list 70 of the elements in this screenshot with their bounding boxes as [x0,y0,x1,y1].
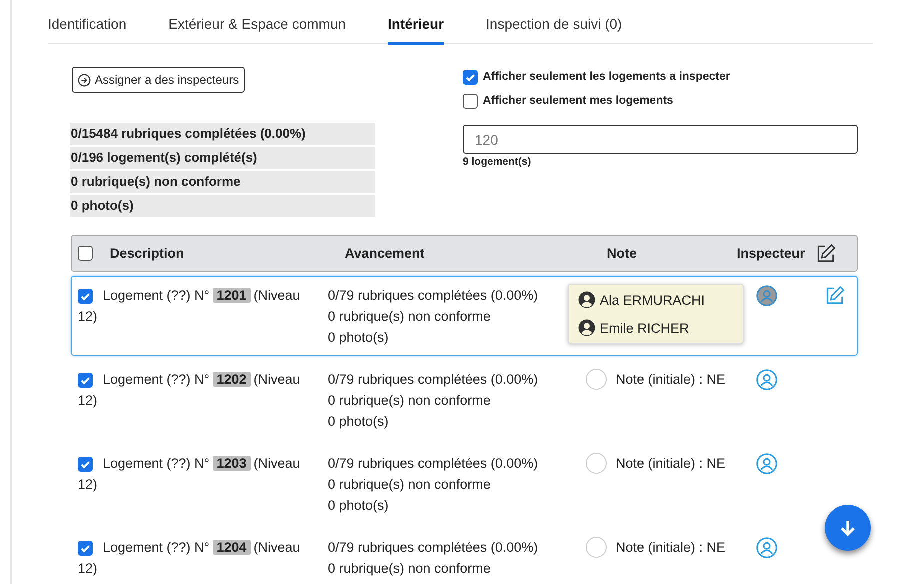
result-count: 9 logement(s) [463,156,532,168]
unit-level: (Niveau [254,540,300,555]
progress-line: 0/79 rubriques complétées (0.00%) [328,455,538,473]
unit-label: Logement (??) N° [103,456,210,471]
edit-icon[interactable] [815,242,838,264]
search-field[interactable]: 120 [463,125,858,154]
table-row[interactable]: Logement (??) N° 1201 (Niveau 12) 0/79 rubriques complétées (0.00%) 0 rubrique(s) non conforme 0 photo(s) Ala ERMURACHI Emile RICHER [71,276,858,356]
table-row[interactable]: Logement (??) N° 1204 (Niveau 12) 0/79 rubriques complétées (0.00%) 0 rubrique(s) non conforme Note (initiale) : NE [71,528,858,584]
assign-button[interactable]: Assigner a des inspecteurs [72,67,246,93]
unit-level: 12) [78,561,98,576]
checkbox[interactable] [78,289,93,304]
note-text: Note (initiale) : NE [616,539,726,557]
table-row[interactable]: Logement (??) N° 1202 (Niveau 12) 0/79 rubriques complétées (0.00%) 0 rubrique(s) non conforme 0 photo(s) Note (initiale) : NE [71,360,858,440]
user-icon[interactable] [756,285,778,307]
check-icon [80,291,91,302]
user-icon[interactable] [756,537,778,559]
unit-level: 12) [78,393,98,408]
unit-label: Logement (??) N° [103,288,210,303]
column-header: Note [607,246,638,261]
tab[interactable]: Inspection de suivi (0) [465,0,644,43]
unit-label: Logement (??) N° [103,540,210,555]
column-header: Avancement [345,246,426,261]
filter-label: Afficher seulement les logements a inspecter [483,71,730,83]
progress-line: 0/79 rubriques complétées (0.00%) [328,287,538,305]
check-icon [80,543,91,554]
progress-line: 0 rubrique(s) non conforme [328,476,491,494]
progress-line: 0/79 rubriques complétées (0.00%) [328,539,538,557]
note-text: Note (initiale) : NE [616,371,726,389]
checkbox[interactable] [78,457,93,472]
progress-line: 0/79 rubriques complétées (0.00%) [328,371,538,389]
column-header: Description [110,246,186,261]
tab[interactable]: Identification [48,0,148,43]
note-text: Note (initiale) : NE [616,455,726,473]
checkbox[interactable] [463,70,478,84]
inspector-name: Ala ERMURACHI [600,292,706,310]
progress-line: 0 photo(s) [328,329,389,347]
arrow-circle-icon [78,74,91,86]
inspector-name: Emile RICHER [600,320,690,338]
user-icon[interactable] [756,453,778,475]
user-icon[interactable] [756,369,778,391]
unit-level: (Niveau [254,456,300,471]
progress-line: 0 rubrique(s) non conforme [328,308,491,326]
progress-line: 0 photo(s) [328,497,389,515]
table-row[interactable]: Logement (??) N° 1203 (Niveau 12) 0/79 rubriques complétées (0.00%) 0 rubrique(s) non conforme 0 photo(s) Note (initiale) : NE [71,444,858,524]
check-icon [80,459,91,470]
progress-line: 0 rubrique(s) non conforme [328,560,491,578]
user-icon [578,291,596,309]
unit-label: Logement (??) N° [103,372,210,387]
unit-level: 12) [78,309,98,324]
column-header: Inspecteur [737,246,806,261]
filter-label: Afficher seulement mes logements [483,95,674,107]
unit-level: 12) [78,477,98,492]
checkbox[interactable] [463,94,478,108]
unit-level: (Niveau [254,372,300,387]
tab[interactable]: Extérieur & Espace commun [148,0,368,43]
checkbox[interactable] [78,246,93,261]
unit-number: 1204 [212,540,251,555]
user-icon [578,319,596,337]
checkbox[interactable] [78,373,93,388]
check-icon [80,375,91,386]
arrow-down-icon [838,518,858,538]
tab[interactable]: Intérieur [367,0,466,43]
progress-line: 0 rubrique(s) non conforme [328,392,491,410]
progress-line: 0 photo(s) [328,413,389,431]
checkbox[interactable] [78,541,93,556]
scroll-down-button[interactable] [825,505,871,551]
unit-number: 1202 [212,372,251,387]
unit-number: 1203 [212,456,251,471]
unit-number: 1201 [212,288,251,303]
unit-level: (Niveau [254,288,300,303]
